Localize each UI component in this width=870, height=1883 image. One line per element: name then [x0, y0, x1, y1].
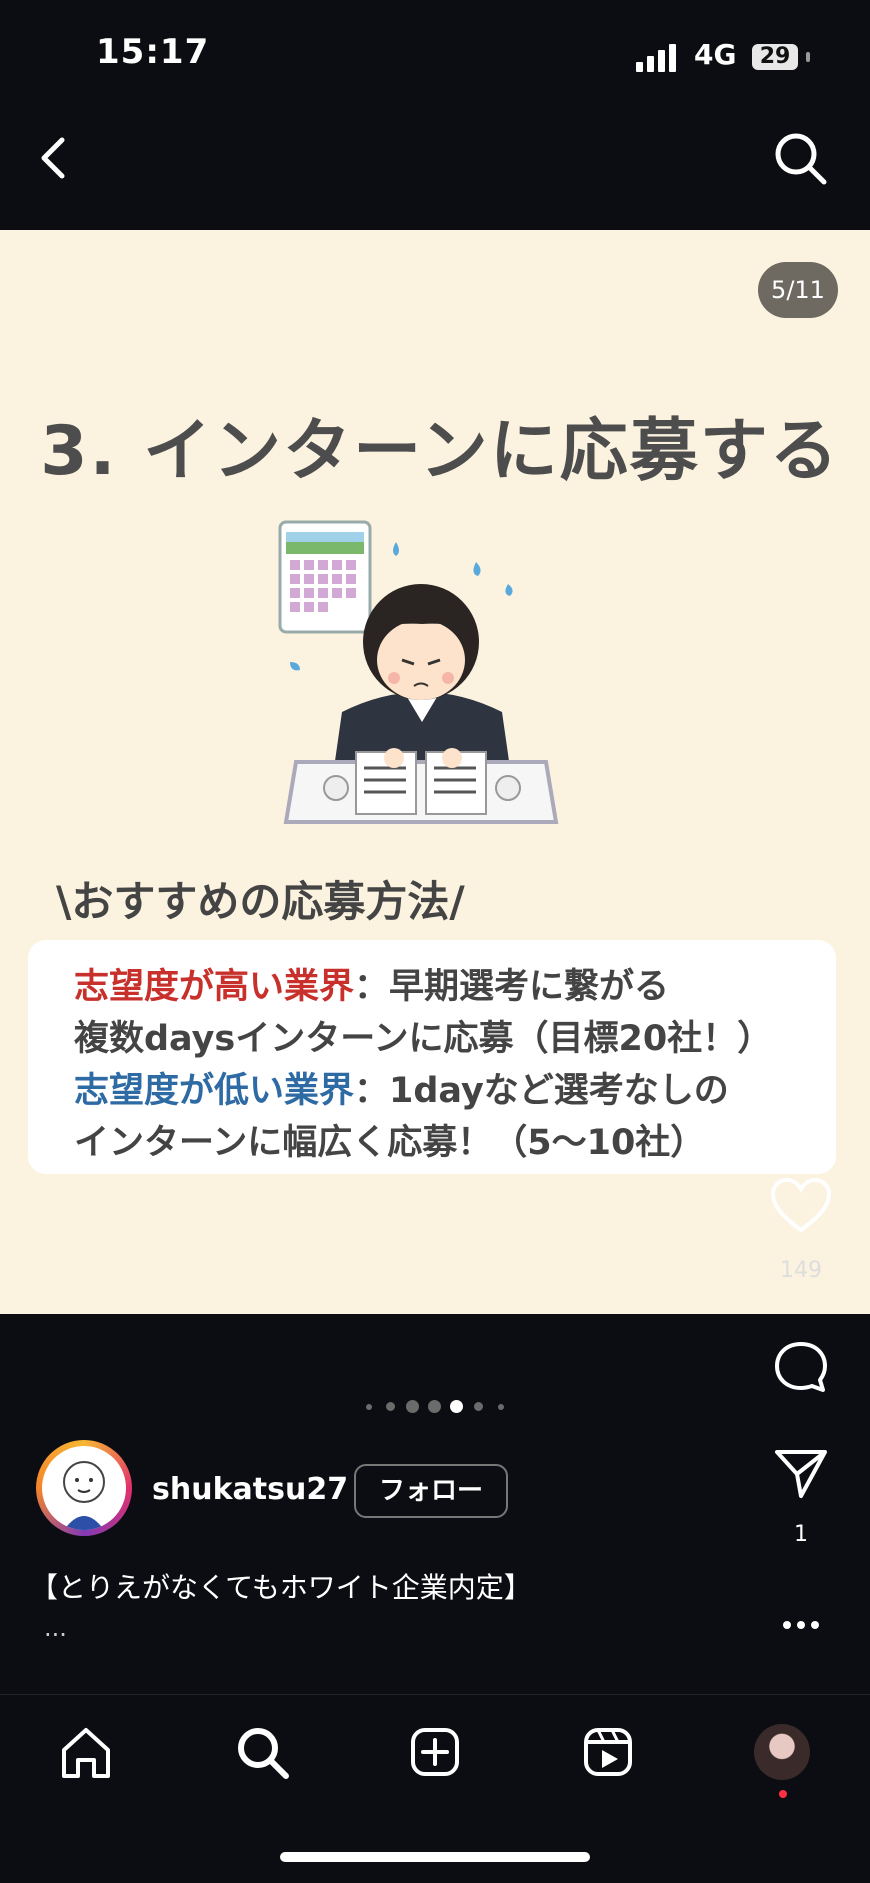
carousel-dot-active — [450, 1400, 463, 1413]
info-line: 志望度が高い業界：早期選考に繋がる — [74, 958, 669, 1009]
battery-icon: 29 — [748, 40, 810, 74]
info-line: 複数daysインターンに応募（目標20社！） — [74, 1019, 773, 1059]
follow-button[interactable]: フォロー — [354, 1464, 508, 1518]
info-text: ：早期選考に繋がる — [354, 967, 670, 1007]
recommend-heading: \おすすめの応募方法/ — [56, 877, 465, 926]
battery-level: 29 — [752, 44, 798, 70]
caption[interactable]: 【とりえがなくてもホワイト企業内定】 — [30, 1566, 532, 1606]
carousel-dot — [366, 1404, 372, 1410]
username[interactable]: shukatsu27 — [152, 1472, 348, 1507]
share-count: 1 — [794, 1522, 808, 1547]
create-icon[interactable] — [405, 1722, 465, 1782]
carousel-dot — [498, 1404, 504, 1410]
profile-avatar[interactable] — [754, 1724, 810, 1780]
info-line: インターンに幅広く応募！（5〜10社） — [74, 1123, 706, 1163]
avatar[interactable] — [42, 1446, 126, 1530]
like-button[interactable] — [766, 1176, 836, 1238]
home-indicator[interactable] — [280, 1852, 590, 1862]
share-button[interactable] — [766, 1444, 836, 1504]
heart-icon[interactable] — [769, 1176, 833, 1234]
more-icon[interactable] — [771, 1610, 831, 1640]
info-text: ：1dayなど選考なしの — [354, 1071, 729, 1111]
caption-more[interactable]: ... — [44, 1614, 67, 1642]
info-line: 志望度が低い業界：1dayなど選考なしの — [74, 1062, 729, 1113]
network-type: 4G — [694, 38, 737, 71]
studying-person-illustration — [278, 520, 559, 824]
send-icon[interactable] — [771, 1444, 831, 1500]
back-icon[interactable] — [30, 130, 80, 186]
carousel-dot — [428, 1400, 441, 1413]
like-count: 149 — [780, 1258, 822, 1283]
comment-button[interactable] — [766, 1338, 836, 1400]
search-icon[interactable] — [770, 128, 832, 190]
info-box: 志望度が高い業界：早期選考に繋がる 複数daysインターンに応募（目標20社！）… — [28, 940, 836, 1174]
low-interest-label: 志望度が低い業界 — [74, 1071, 355, 1111]
slide-title: 3. インターンに応募する — [40, 412, 840, 491]
home-icon[interactable] — [56, 1722, 116, 1782]
signal-icon — [636, 44, 676, 72]
carousel-dot — [406, 1400, 419, 1413]
notification-dot — [779, 1790, 787, 1798]
comment-icon[interactable] — [771, 1338, 831, 1396]
search-icon[interactable] — [232, 1722, 292, 1782]
reels-icon[interactable] — [578, 1722, 638, 1782]
more-button[interactable] — [766, 1610, 836, 1644]
status-time: 15:17 — [96, 32, 210, 72]
carousel-dot — [474, 1402, 483, 1411]
story-ring[interactable] — [36, 1440, 132, 1536]
high-interest-label: 志望度が高い業界 — [74, 967, 355, 1007]
carousel-dot — [386, 1402, 395, 1411]
slide-counter: 5/11 — [758, 262, 838, 318]
